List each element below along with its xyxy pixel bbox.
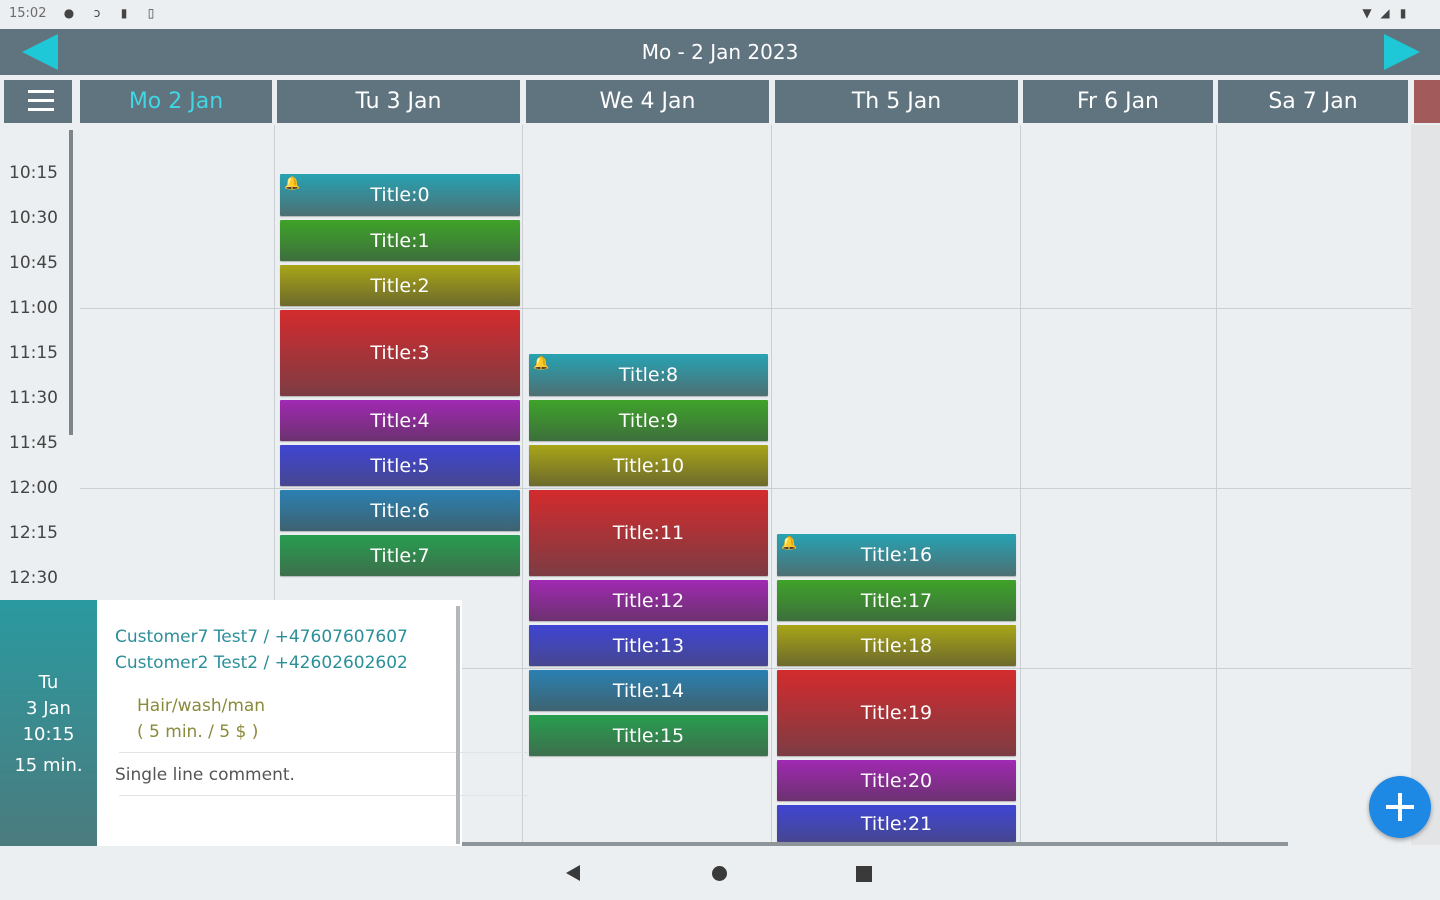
appointment-block[interactable]: Title:1 — [280, 220, 520, 261]
time-label: 11:45 — [9, 433, 58, 453]
appointment-title: Title:3 — [370, 342, 430, 364]
time-label: 11:00 — [9, 298, 58, 318]
appointment-title: Title:9 — [618, 409, 679, 432]
appointment-block[interactable]: 🔔 Title:16 — [777, 534, 1016, 576]
appointment-title: Title:6 — [370, 499, 430, 522]
appointment-title: Title:7 — [370, 544, 430, 567]
appointment-block[interactable]: Title:6 — [280, 490, 520, 531]
appointment-block[interactable]: 🔔 Title:8 — [529, 354, 768, 396]
appointment-title: Title:5 — [370, 454, 430, 477]
time-label: 10:45 — [9, 253, 58, 273]
grid-line — [771, 125, 772, 845]
appointment-title: Title:1 — [370, 229, 430, 252]
detail-scrollbar[interactable] — [456, 606, 460, 844]
back-icon[interactable] — [566, 865, 580, 881]
appointment-title: Title:15 — [612, 724, 685, 747]
service-meta: ( 5 min. / 5 $ ) — [137, 722, 259, 742]
time-label: 12:30 — [9, 568, 58, 588]
customer-line[interactable]: Customer7 Test7 / +47607607607 — [115, 627, 408, 647]
appointment-block[interactable]: Title:2 — [280, 265, 520, 306]
appointment-title: Title:12 — [612, 589, 685, 612]
appointment-block[interactable]: Title:17 — [777, 580, 1016, 621]
appointment-title: Title:10 — [612, 454, 685, 477]
appointment-block[interactable]: Title:14 — [529, 670, 768, 711]
time-label: 10:30 — [9, 208, 58, 228]
appointment-title: Title:16 — [860, 544, 933, 566]
appointment-title: Title:17 — [860, 589, 933, 612]
appointment-block[interactable]: Title:3 — [280, 310, 520, 396]
home-icon[interactable] — [712, 866, 727, 881]
appointment-block[interactable]: Title:5 — [280, 445, 520, 486]
appointment-title: Title:8 — [618, 364, 679, 386]
appointment-title: Title:13 — [612, 634, 685, 657]
appointment-block[interactable]: 🔔 Title:0 — [280, 174, 520, 216]
appointment-block[interactable]: Title:11 — [529, 490, 768, 576]
right-scroll-rail — [1411, 125, 1440, 845]
time-scrollbar[interactable] — [69, 130, 73, 435]
detail-day: Tu — [38, 672, 59, 693]
appointment-block[interactable]: Title:4 — [280, 400, 520, 441]
appointment-comment: Single line comment. — [115, 765, 295, 785]
appointment-detail-summary[interactable]: Tu 3 Jan 10:15 15 min. — [0, 600, 97, 846]
appointment-block[interactable]: Title:9 — [529, 400, 768, 441]
appointment-block[interactable]: Title:13 — [529, 625, 768, 666]
time-label: 11:15 — [9, 343, 58, 363]
customer-line[interactable]: Customer2 Test2 / +42602602602 — [115, 653, 408, 673]
appointment-block[interactable]: Title:12 — [529, 580, 768, 621]
appointment-title: Title:0 — [370, 184, 430, 206]
appointment-title: Title:14 — [612, 679, 685, 702]
appointment-title: Title:11 — [612, 522, 685, 544]
appointment-title: Title:4 — [370, 409, 430, 432]
divider — [119, 795, 529, 796]
appointment-block[interactable]: Title:10 — [529, 445, 768, 486]
time-label: 12:00 — [9, 478, 58, 498]
system-navigation-bar — [0, 848, 1440, 900]
time-label: 10:15 — [9, 163, 58, 183]
appointment-detail-card[interactable]: Customer7 Test7 / +47607607607 Customer2… — [97, 600, 529, 846]
grid-line — [1020, 125, 1021, 845]
recents-icon[interactable] — [856, 866, 872, 882]
detail-date: 3 Jan — [26, 698, 71, 719]
appointment-title: Title:20 — [860, 769, 933, 792]
time-label: 12:15 — [9, 523, 58, 543]
appointment-block[interactable]: Title:15 — [529, 715, 768, 756]
appointment-title: Title:18 — [860, 634, 933, 657]
appointment-title: Title:21 — [860, 812, 933, 835]
appointment-block[interactable]: Title:20 — [777, 760, 1016, 801]
hour-line — [80, 488, 1411, 489]
detail-duration: 15 min. — [14, 755, 83, 776]
add-appointment-button[interactable] — [1369, 776, 1431, 838]
add-icon-stroke — [1398, 793, 1402, 821]
grid-line — [1216, 125, 1217, 845]
detail-time: 10:15 — [22, 724, 75, 745]
appointment-title: Title:2 — [370, 274, 430, 297]
appointment-block[interactable]: Title:21 — [777, 805, 1016, 842]
grid-line — [522, 125, 523, 845]
appointment-block[interactable]: Title:7 — [280, 535, 520, 576]
hour-line — [80, 308, 1411, 309]
time-label: 11:30 — [9, 388, 58, 408]
horizontal-scrollbar[interactable] — [462, 842, 1288, 846]
appointment-title: Title:19 — [860, 702, 933, 724]
appointment-block[interactable]: Title:18 — [777, 625, 1016, 666]
divider — [119, 752, 529, 753]
service-name: Hair/wash/man — [137, 696, 266, 716]
hour-line — [462, 668, 1411, 669]
appointment-block[interactable]: Title:19 — [777, 670, 1016, 756]
